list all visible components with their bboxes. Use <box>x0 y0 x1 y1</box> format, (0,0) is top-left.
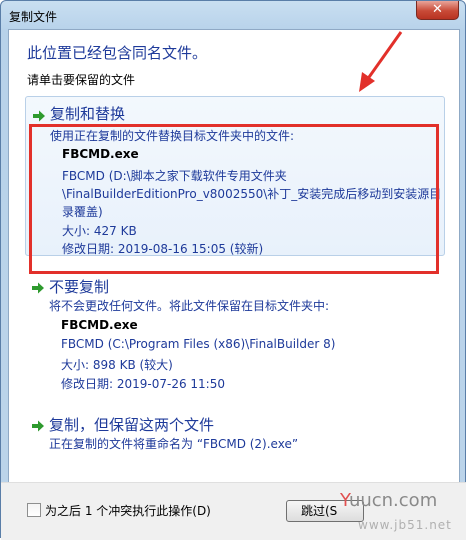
green-arrow-icon <box>32 282 44 294</box>
option-title: 不要复制 <box>49 278 110 296</box>
dialog-subheading: 请单击要保留的文件 <box>27 73 136 87</box>
copy-file-dialog: 复制文件 ✕ 此位置已经包含同名文件。 请单击要保留的文件 复制和替换 使用正在… <box>0 0 466 540</box>
watermark-logo: Yuucn.com <box>340 490 438 511</box>
red-annotation-arrow-icon <box>359 31 403 92</box>
option-title: 复制，但保留这两个文件 <box>49 416 215 434</box>
apply-to-all-label[interactable]: 为之后 1 个冲突执行此操作(D) <box>45 502 211 519</box>
file-name: FBCMD.exe <box>61 318 138 332</box>
apply-to-all-checkbox[interactable] <box>27 503 41 517</box>
close-button[interactable]: ✕ <box>416 1 459 20</box>
window-title: 复制文件 <box>9 10 58 24</box>
watermark-url: www.jb51.net <box>358 518 452 532</box>
option-description: 将不会更改任何文件。将此文件保留在目标文件夹中: <box>49 299 330 313</box>
option-keep-both[interactable]: 复制，但保留这两个文件 正在复制的文件将重命名为 “FBCMD (2).exe” <box>25 412 443 452</box>
file-modified-date: 修改日期: 2019-07-26 11:50 <box>61 377 225 391</box>
green-arrow-icon <box>33 110 45 122</box>
dialog-body: 此位置已经包含同名文件。 请单击要保留的文件 复制和替换 使用正在复制的文件替换… <box>8 29 460 533</box>
green-arrow-icon <box>32 420 44 432</box>
close-icon: ✕ <box>432 2 443 17</box>
dialog-heading: 此位置已经包含同名文件。 <box>27 44 208 62</box>
highlight-annotation-box <box>29 124 439 274</box>
title-bar[interactable]: 复制文件 ✕ <box>1 1 465 29</box>
option-title: 复制和替换 <box>50 105 126 123</box>
file-path-line: FBCMD (C:\Program Files (x86)\FinalBuild… <box>61 337 336 351</box>
option-dont-copy[interactable]: 不要复制 将不会更改任何文件。将此文件保留在目标文件夹中: FBCMD.exe … <box>25 274 443 391</box>
option-description: 正在复制的文件将重命名为 “FBCMD (2).exe” <box>49 437 299 451</box>
file-size: 大小: 898 KB (较大) <box>61 358 173 372</box>
